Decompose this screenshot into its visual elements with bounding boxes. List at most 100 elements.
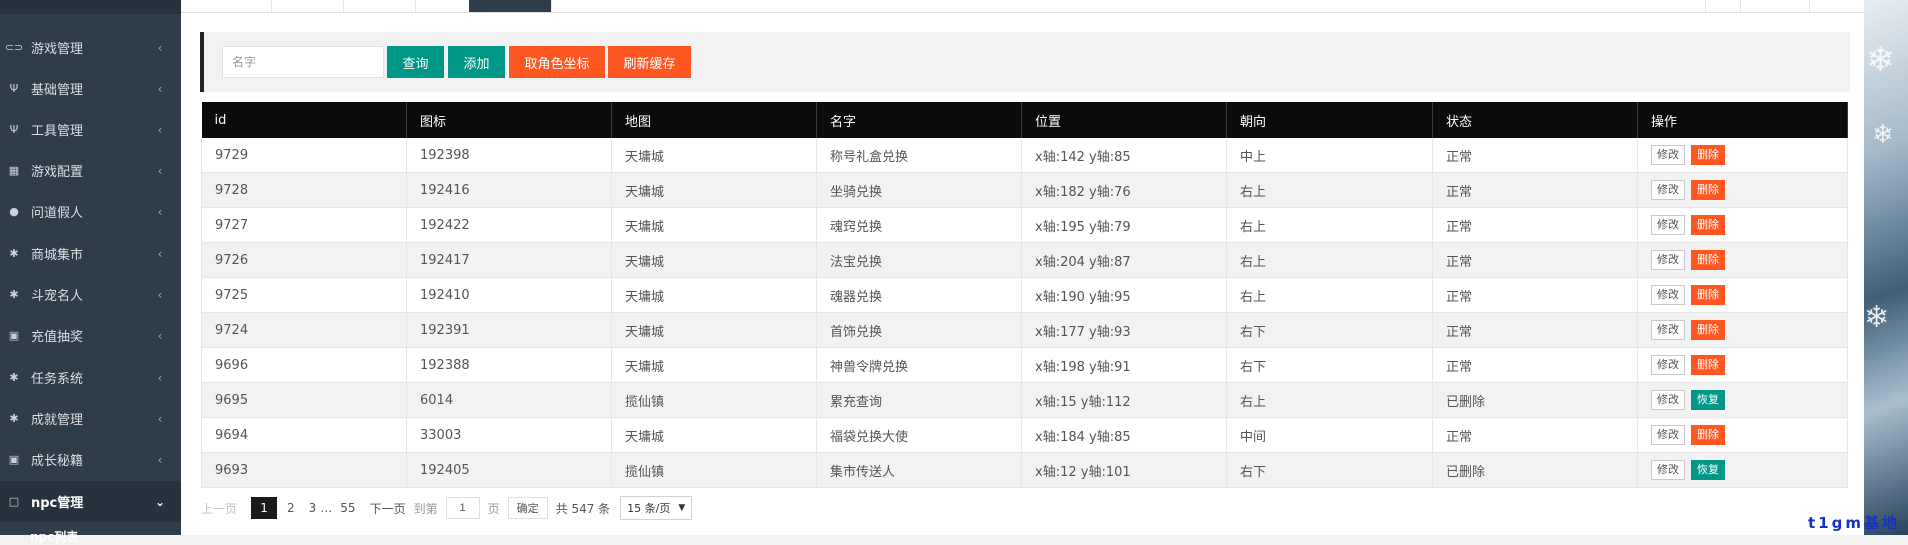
sidebar-item-label: 游戏配置 <box>31 165 84 180</box>
utensils-icon: Ψ <box>9 123 19 136</box>
cell-status: 正常 <box>1432 347 1638 383</box>
cell-position: x轴:190 y轴:95 <box>1021 277 1227 313</box>
cell-id: 9695 <box>201 382 407 418</box>
edit-button[interactable]: 修改 <box>1651 320 1685 340</box>
prev-page-link[interactable]: 上一页 <box>201 500 237 517</box>
delete-button[interactable]: 删除 <box>1691 180 1725 200</box>
delete-button[interactable]: 删除 <box>1691 355 1725 375</box>
cell-direction: 右下 <box>1226 347 1433 383</box>
page-2[interactable]: 2 <box>287 501 295 515</box>
tab-1[interactable] <box>211 0 272 12</box>
edit-button[interactable]: 修改 <box>1651 180 1685 200</box>
tab-scroll-right[interactable] <box>1705 0 1741 12</box>
sidebar-item-5[interactable]: ✱ 商城集市 ‹ <box>0 233 181 274</box>
sidebar-item-9[interactable]: ✱ 成就管理 ‹ <box>0 398 181 439</box>
delete-button[interactable]: 删除 <box>1691 215 1725 235</box>
snowflake-icon: ❄ <box>1866 40 1895 80</box>
cell-id: 9724 <box>201 312 407 348</box>
cell-status: 已删除 <box>1432 382 1638 418</box>
cell-icon-id: 192422 <box>406 207 612 243</box>
sidebar-top <box>0 0 181 14</box>
sidebar-item-11[interactable]: □ npc管理 ⌄ <box>0 481 181 522</box>
cell-id: 9726 <box>201 242 407 278</box>
cell-icon-id: 192388 <box>406 347 612 383</box>
chevron-left-icon: ‹ <box>157 328 163 343</box>
goto-confirm-button[interactable]: 确定 <box>507 497 548 519</box>
restore-button[interactable]: 恢复 <box>1691 390 1725 410</box>
cell-map: 天墉城 <box>611 347 817 383</box>
chevron-left-icon: ‹ <box>157 411 163 426</box>
delete-button[interactable]: 删除 <box>1691 285 1725 305</box>
table-header: id 图标 地图 名字 位置 朝向 状态 操作 <box>201 102 1848 138</box>
edit-button[interactable]: 修改 <box>1651 355 1685 375</box>
restore-button[interactable]: 恢复 <box>1691 460 1725 480</box>
cell-map: 揽仙镇 <box>611 452 817 488</box>
tab-3[interactable] <box>343 0 416 12</box>
cell-status: 正常 <box>1432 417 1638 453</box>
col-status: 状态 <box>1432 102 1638 138</box>
edit-button[interactable]: 修改 <box>1651 285 1685 305</box>
cell-id: 9729 <box>201 138 407 173</box>
edit-button[interactable]: 修改 <box>1651 145 1685 165</box>
query-button[interactable]: 查询 <box>387 46 444 78</box>
cell-map: 揽仙镇 <box>611 382 817 418</box>
tab-active[interactable] <box>469 0 552 12</box>
sidebar-subitem-npc-list[interactable]: npc列表 <box>30 528 78 545</box>
edit-button[interactable]: 修改 <box>1651 460 1685 480</box>
sidebar-item-10[interactable]: ▣ 成长秘籍 ‹ <box>0 439 181 480</box>
page-last[interactable]: 55 <box>340 501 355 515</box>
chevron-left-icon: ‹ <box>157 246 163 261</box>
name-search-input[interactable] <box>222 46 384 78</box>
refresh-cache-button[interactable]: 刷新缓存 <box>608 46 691 78</box>
delete-button[interactable]: 删除 <box>1691 145 1725 165</box>
sidebar-item-6[interactable]: ✱ 斗宠名人 ‹ <box>0 274 181 315</box>
delete-button[interactable]: 删除 <box>1691 425 1725 445</box>
page-1[interactable]: 1 <box>251 497 278 519</box>
sidebar-item-3[interactable]: ▦ 游戏配置 ‹ <box>0 150 181 191</box>
sidebar-item-1[interactable]: Ψ 基础管理 ‹ <box>0 68 181 109</box>
gamepad-icon: ⊂⊃ <box>4 41 24 54</box>
edit-button[interactable]: 修改 <box>1651 250 1685 270</box>
money-icon: ▣ <box>8 453 20 466</box>
cell-position: x轴:198 y轴:91 <box>1021 347 1227 383</box>
pagination: 上一页 1 2 3 … 55 下一页 到第 页 确定 共 547 条 15 条/… <box>201 496 693 520</box>
asterisk-icon: ✱ <box>9 412 19 425</box>
cell-actions: 修改 删除 <box>1637 172 1848 208</box>
cell-actions: 修改 删除 <box>1637 207 1848 243</box>
delete-button[interactable]: 删除 <box>1691 250 1725 270</box>
cell-icon-id: 6014 <box>406 382 612 418</box>
sidebar-item-0[interactable]: ⊂⊃ 游戏管理 ‹ <box>0 27 181 68</box>
cell-actions: 修改 恢复 <box>1637 382 1848 418</box>
tab-2[interactable] <box>271 0 344 12</box>
npc-table: id 图标 地图 名字 位置 朝向 状态 操作 9729 192398 天墉城 称号礼… <box>201 102 1848 488</box>
chevron-left-icon: ‹ <box>157 370 163 385</box>
sidebar-item-4[interactable]: ● 问道假人 ‹ <box>0 191 181 232</box>
cell-map: 天墉城 <box>611 172 817 208</box>
next-page-link[interactable]: 下一页 <box>370 500 406 517</box>
edit-button[interactable]: 修改 <box>1651 425 1685 445</box>
add-button[interactable]: 添加 <box>448 46 505 78</box>
tab-menu[interactable] <box>1739 0 1810 12</box>
cell-status: 正常 <box>1432 138 1638 173</box>
sidebar-item-7[interactable]: ▣ 充值抽奖 ‹ <box>0 315 181 356</box>
table-row: 9695 6014 揽仙镇 累充查询 x轴:15 y轴:112 右上 已删除 修改 恢复 <box>201 382 1848 418</box>
get-coord-button[interactable]: 取角色坐标 <box>509 46 605 78</box>
table-row: 9694 33003 天墉城 福袋兑换大使 x轴:184 y轴:85 中间 正常 修改 删除 <box>201 417 1848 453</box>
edit-button[interactable]: 修改 <box>1651 390 1685 410</box>
cell-name: 魂窍兑换 <box>816 207 1022 243</box>
cell-position: x轴:204 y轴:87 <box>1021 242 1227 278</box>
delete-button[interactable]: 删除 <box>1691 320 1725 340</box>
page-3[interactable]: 3 <box>309 501 317 515</box>
sidebar-item-2[interactable]: Ψ 工具管理 ‹ <box>0 109 181 150</box>
sidebar-item-label: 充值抽奖 <box>31 330 84 345</box>
cell-icon-id: 33003 <box>406 417 612 453</box>
cell-status: 正常 <box>1432 277 1638 313</box>
cell-position: x轴:195 y轴:79 <box>1021 207 1227 243</box>
goto-page-input[interactable] <box>445 497 480 519</box>
col-name: 名字 <box>816 102 1022 138</box>
tab-bar <box>181 0 1864 13</box>
col-id: id <box>201 102 407 138</box>
sidebar-item-8[interactable]: ✱ 任务系统 ‹ <box>0 357 181 398</box>
edit-button[interactable]: 修改 <box>1651 215 1685 235</box>
page-size-select[interactable]: 15 条/页 ▼ <box>620 496 693 520</box>
